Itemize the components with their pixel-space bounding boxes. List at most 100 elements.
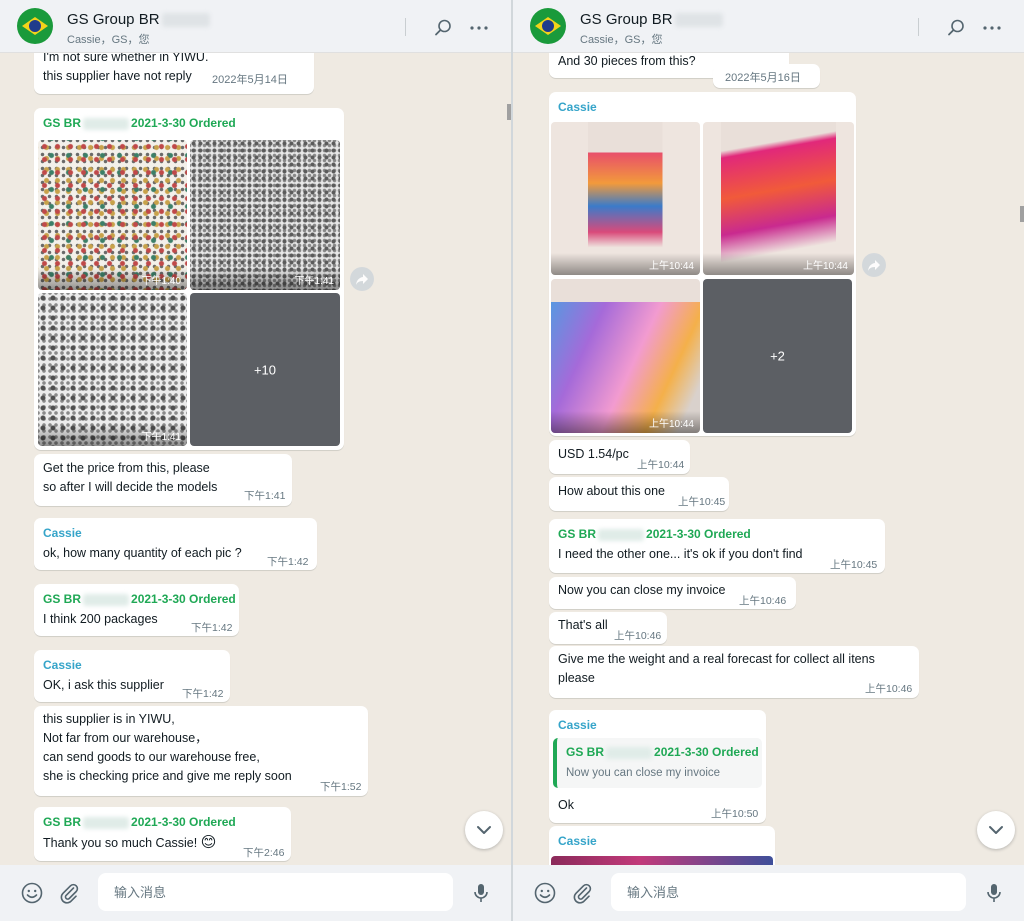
chat-participants: Cassie，GS，您 <box>67 34 150 46</box>
message-time: 上午10:46 <box>739 595 787 607</box>
date-chip: 2022年5月16日 <box>713 64 820 88</box>
message-text: ok, how many quantity of each pic ? <box>43 546 242 560</box>
message-text: Not far from our warehouse， <box>43 731 208 745</box>
image-thumbnail[interactable]: 上午10:44 <box>703 122 854 275</box>
image-time: 上午10:44 <box>802 261 848 272</box>
image-thumbnail[interactable]: 上午10:44 <box>551 122 700 275</box>
sender-name: GS BR 2021-3-30 Ordered <box>43 815 236 829</box>
search-icon[interactable] <box>943 15 969 41</box>
message-bubble[interactable]: Now you can close my invoice 上午10:46 <box>549 577 796 609</box>
emoji-icon[interactable] <box>20 881 44 905</box>
image-time: 下午1:41 <box>294 276 334 287</box>
message-input[interactable] <box>611 873 966 911</box>
message-text: Get the price from this, please <box>43 461 210 475</box>
message-bubble[interactable]: I'm not sure whether in YIWU. this suppl… <box>34 52 314 94</box>
media-album-bubble[interactable]: GS BR 2021-3-30 Ordered 下午1:40 下午1:41 下午1… <box>34 108 344 450</box>
sender-name: Cassie <box>43 658 82 672</box>
chat-pane-left: GS Group BR Cassie，GS，您 I'm not sure whe… <box>0 0 511 921</box>
image-thumbnail[interactable]: 下午1:41 <box>190 140 340 290</box>
quoted-text: Now you can close my invoice <box>566 767 721 779</box>
more-count: +2 <box>770 348 785 364</box>
header-divider <box>918 18 919 36</box>
sender-name: GS BR 2021-3-30 Ordered <box>558 527 751 541</box>
paperclip-icon[interactable] <box>570 881 594 905</box>
image-time: 下午1:40 <box>141 276 181 287</box>
message-bubble[interactable]: USD 1.54/pc 上午10:44 <box>549 440 690 474</box>
forward-icon[interactable] <box>862 253 886 277</box>
message-bubble[interactable]: Cassie ok, how many quantity of each pic… <box>34 518 317 570</box>
sender-name: Cassie <box>558 100 597 114</box>
more-images-tile[interactable]: +2 <box>703 279 852 433</box>
message-time: 下午1:41 <box>244 490 286 502</box>
quoted-message[interactable]: GS BR 2021-3-30 Ordered Now you can close… <box>553 738 762 788</box>
microphone-icon[interactable] <box>982 881 1006 905</box>
image-thumbnail[interactable]: 上午10:44 <box>551 279 700 433</box>
message-text: How about this one <box>558 484 666 498</box>
image-thumbnail[interactable] <box>551 856 773 865</box>
message-bubble[interactable]: Get the price from this, please so after… <box>34 454 292 506</box>
message-text: this supplier is in YIWU, <box>43 712 175 726</box>
chat-participants: Cassie，GS，您 <box>580 34 663 46</box>
chat-title-text: GS Group BR <box>67 11 160 28</box>
chat-header: GS Group BR Cassie，GS，您 <box>513 0 1024 53</box>
chevron-down-icon[interactable] <box>465 811 503 849</box>
sender-name: GS BR 2021-3-30 Ordered <box>43 116 236 130</box>
message-input[interactable] <box>98 873 453 911</box>
message-bubble[interactable]: GS BR 2021-3-30 Ordered I think 200 packa… <box>34 584 239 636</box>
redacted-blur <box>161 13 210 28</box>
message-text: can send goods to our warehouse free, <box>43 750 260 764</box>
message-text: Thank you so much Cassie! 😊 <box>43 834 217 851</box>
message-text: so after I will decide the models <box>43 480 218 494</box>
media-album-bubble[interactable]: Cassie 上午10:44 上午10:44 上午10:44 +2 <box>549 92 856 436</box>
sender-name: GS BR 2021-3-30 Ordered <box>43 592 236 606</box>
image-time: 上午10:44 <box>648 261 694 272</box>
message-text: Ok <box>558 798 574 812</box>
message-bubble[interactable]: GS BR 2021-3-30 Ordered Thank you so much… <box>34 807 291 861</box>
message-bubble[interactable]: Cassie OK, i ask this supplier 下午1:42 <box>34 650 230 702</box>
message-text: That's all <box>558 618 608 632</box>
message-composer <box>0 865 511 921</box>
paperclip-icon[interactable] <box>57 881 81 905</box>
message-time: 下午1:42 <box>182 688 224 700</box>
more-icon[interactable] <box>979 15 1005 41</box>
brazil-flag-avatar[interactable] <box>530 8 566 44</box>
message-time: 下午1:42 <box>267 556 309 568</box>
more-count: +10 <box>253 362 277 377</box>
more-icon[interactable] <box>466 15 492 41</box>
chat-title[interactable]: GS Group BR <box>67 11 210 28</box>
image-time: 下午1:41 <box>141 432 181 443</box>
message-bubble[interactable]: this supplier is in YIWU, Not far from o… <box>34 706 368 796</box>
microphone-icon[interactable] <box>469 881 493 905</box>
chat-pane-right: GS Group BR Cassie，GS，您 And 30 pieces fr… <box>513 0 1024 921</box>
emoji-icon[interactable] <box>533 881 557 905</box>
quoted-sender: GS BR 2021-3-30 Ordered <box>566 745 759 759</box>
message-list[interactable]: And 30 pieces from this? 2022年5月16日 Cass… <box>513 52 1024 865</box>
sender-name: Cassie <box>558 834 597 848</box>
message-text: I think 200 packages <box>43 612 158 626</box>
chat-title[interactable]: GS Group BR <box>580 11 723 28</box>
message-bubble[interactable]: Cassie <box>549 826 775 865</box>
message-bubble[interactable]: Give me the weight and a real forecast f… <box>549 646 919 698</box>
smile-emoji: 😊 <box>200 834 217 851</box>
message-time: 上午10:50 <box>711 808 759 820</box>
message-time: 上午10:45 <box>678 496 726 508</box>
message-bubble[interactable]: That's all 上午10:46 <box>549 612 667 644</box>
message-bubble[interactable]: Cassie GS BR 2021-3-30 Ordered Now you ca… <box>549 710 766 823</box>
brazil-flag-avatar[interactable] <box>17 8 53 44</box>
chevron-down-icon[interactable] <box>977 811 1015 849</box>
forward-icon[interactable] <box>350 267 374 291</box>
message-bubble[interactable]: How about this one 上午10:45 <box>549 477 729 511</box>
message-time: 下午1:42 <box>191 622 233 634</box>
more-images-tile[interactable]: +10 <box>190 293 340 446</box>
message-text: I need the other one... it's ok if you d… <box>558 547 803 561</box>
search-icon[interactable] <box>430 15 456 41</box>
image-thumbnail[interactable]: 下午1:40 <box>38 140 187 290</box>
sender-name: Cassie <box>43 526 82 540</box>
message-bubble[interactable]: GS BR 2021-3-30 Ordered I need the other … <box>549 519 885 573</box>
image-thumbnail[interactable]: 下午1:41 <box>38 293 187 446</box>
message-text: And 30 pieces from this? <box>558 54 696 68</box>
message-text: this supplier have not reply <box>43 69 192 83</box>
sender-name: Cassie <box>558 718 597 732</box>
message-time: 上午10:44 <box>637 459 685 471</box>
message-list[interactable]: I'm not sure whether in YIWU. this suppl… <box>0 52 511 865</box>
